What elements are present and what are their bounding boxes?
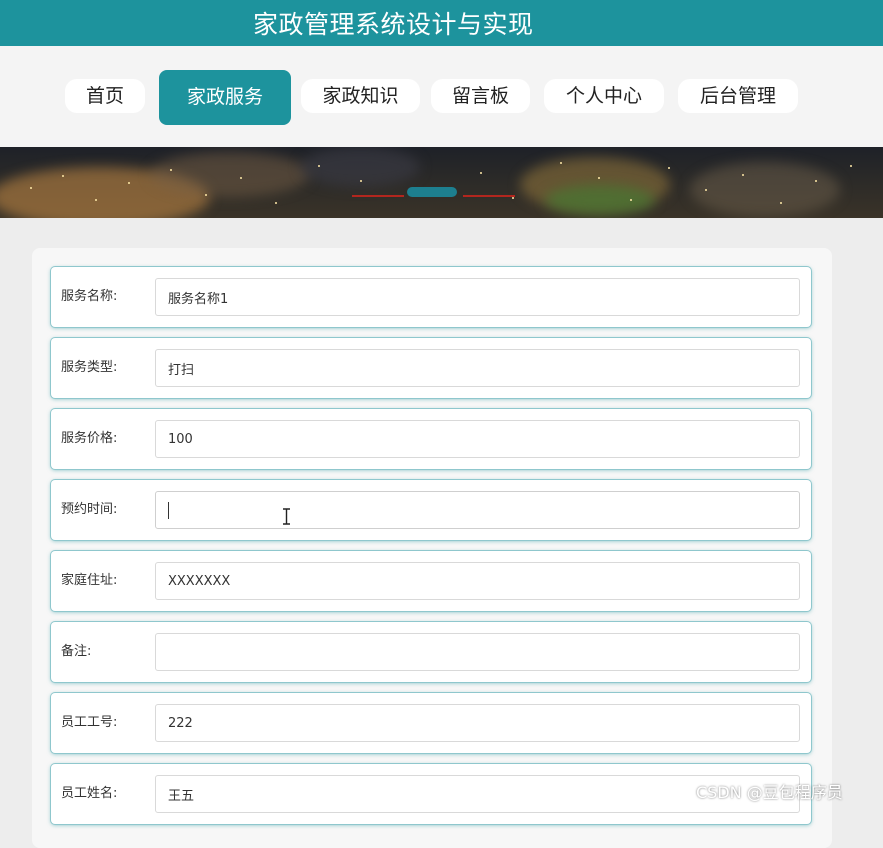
remarks-input[interactable] xyxy=(155,633,800,671)
service-type-input[interactable] xyxy=(155,349,800,387)
service-name-input[interactable] xyxy=(155,278,800,316)
app-title: 家政管理系统设计与实现 xyxy=(253,10,534,39)
home-address-label: 家庭住址: xyxy=(61,573,118,588)
form-row-service-price: 服务价格: xyxy=(51,409,811,469)
nav-item-housekeeping-knowledge[interactable]: 家政知识 xyxy=(301,79,420,113)
form-row-service-type: 服务类型: xyxy=(51,338,811,398)
text-caret xyxy=(168,502,169,519)
app-header: 家政管理系统设计与实现 xyxy=(0,0,883,46)
nav-item-home[interactable]: 首页 xyxy=(65,79,145,113)
service-name-label: 服务名称: xyxy=(61,289,118,304)
form-row-employee-id: 员工工号: xyxy=(51,693,811,753)
carousel-indicator[interactable] xyxy=(352,195,404,197)
form-row-appointment-time: 预约时间: xyxy=(51,480,811,540)
employee-name-label: 员工姓名: xyxy=(61,786,118,801)
text-cursor-icon xyxy=(283,508,290,525)
main-nav: 首页 家政服务 家政知识 留言板 个人中心 后台管理 xyxy=(0,46,883,147)
remarks-label: 备注: xyxy=(61,644,92,659)
service-price-input[interactable] xyxy=(155,420,800,458)
banner-carousel xyxy=(0,147,883,218)
appointment-time-label: 预约时间: xyxy=(61,502,118,517)
carousel-indicator[interactable] xyxy=(463,195,515,197)
form-row-home-address: 家庭住址: xyxy=(51,551,811,611)
nav-item-admin[interactable]: 后台管理 xyxy=(678,79,798,113)
employee-id-label: 员工工号: xyxy=(61,715,118,730)
employee-id-input[interactable] xyxy=(155,704,800,742)
watermark: CSDN @豆包程序员 xyxy=(696,783,843,802)
nav-item-message-board[interactable]: 留言板 xyxy=(431,79,530,113)
carousel-indicator-active[interactable] xyxy=(407,187,457,197)
service-type-label: 服务类型: xyxy=(61,360,118,375)
appointment-time-input[interactable] xyxy=(155,491,800,529)
nav-item-housekeeping-services[interactable]: 家政服务 xyxy=(159,70,291,125)
form-row-service-name: 服务名称: xyxy=(51,267,811,327)
service-price-label: 服务价格: xyxy=(61,431,118,446)
nav-item-personal-center[interactable]: 个人中心 xyxy=(544,79,664,113)
home-address-input[interactable] xyxy=(155,562,800,600)
form-row-remarks: 备注: xyxy=(51,622,811,682)
